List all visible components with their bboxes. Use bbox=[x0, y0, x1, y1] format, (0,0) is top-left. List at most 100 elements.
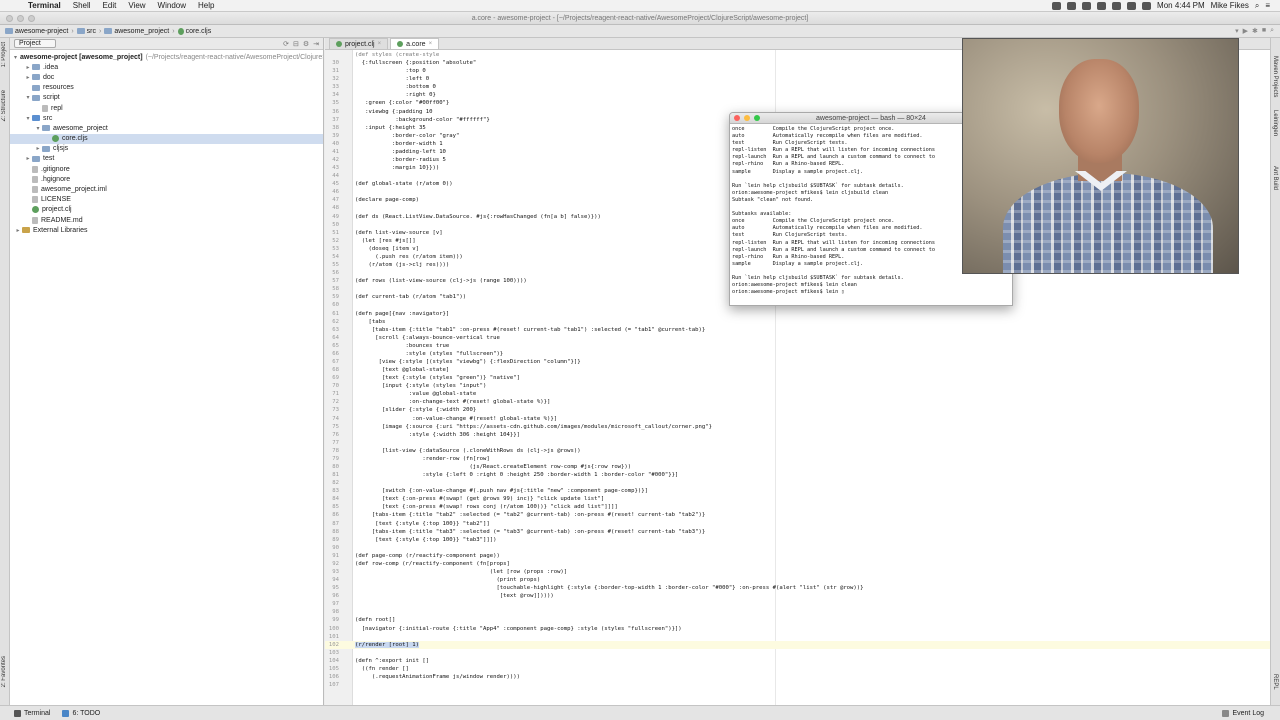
close-tab-icon[interactable]: × bbox=[378, 41, 382, 47]
project-panel-header: Project ⟳ ⊟ ⚙ ⇥ bbox=[10, 38, 323, 50]
collapsed-chevron-icon[interactable]: ▸ bbox=[24, 155, 32, 162]
menu-shell[interactable]: Shell bbox=[67, 1, 97, 10]
project-view-selector[interactable]: Project bbox=[14, 39, 56, 48]
line-number: 59 bbox=[332, 294, 339, 301]
code-text: [text @row]])))) bbox=[355, 593, 554, 600]
search-everywhere-icon[interactable]: ⌕ bbox=[1270, 27, 1274, 35]
menu-view[interactable]: View bbox=[122, 1, 151, 10]
collapse-all-icon[interactable]: ⊟ bbox=[293, 40, 299, 48]
line-number: 86 bbox=[332, 512, 339, 519]
tree-node[interactable]: repl bbox=[10, 103, 323, 113]
tree-node[interactable]: ▾ awesome_project bbox=[10, 123, 323, 133]
sync-icon[interactable]: ⟳ bbox=[283, 40, 289, 48]
code-text: (def global-state (r/atom 0)) bbox=[355, 181, 453, 188]
project-tool-tab[interactable]: 1: Project bbox=[1, 42, 7, 67]
menubar-status: Mon 4:44 PM Mike Fikes ⌕ ≡ bbox=[1052, 1, 1280, 11]
webcam-shirt-pattern bbox=[1003, 173, 1213, 273]
debug-icon[interactable]: ✱ bbox=[1252, 27, 1258, 35]
breadcrumb-item[interactable]: src bbox=[74, 28, 99, 35]
battery-icon[interactable] bbox=[1142, 1, 1152, 10]
collapsed-chevron-icon[interactable]: ▸ bbox=[24, 74, 32, 81]
tree-node[interactable]: README.md bbox=[10, 215, 323, 225]
line-number: 67 bbox=[332, 358, 339, 365]
menubar-user[interactable]: Mike Fikes bbox=[1211, 1, 1249, 10]
close-window-button[interactable] bbox=[6, 15, 13, 22]
line-number: 78 bbox=[332, 447, 339, 454]
tree-node[interactable]: ▸ External Libraries bbox=[10, 225, 323, 235]
close-tab-icon[interactable]: × bbox=[429, 41, 433, 47]
terminal-zoom-button[interactable] bbox=[754, 115, 760, 121]
code-text: :border-color "gray" bbox=[355, 132, 460, 139]
terminal-tool-button[interactable]: Terminal bbox=[14, 709, 50, 717]
tree-node[interactable]: LICENSE bbox=[10, 195, 323, 205]
line-number: 96 bbox=[332, 593, 339, 600]
code-line-content: :green {:color "#00ff00"} bbox=[339, 99, 449, 107]
breadcrumb-item[interactable]: awesome_project bbox=[101, 28, 172, 35]
code-line-content: [text {:on-press #(swap! rows conj (r/at… bbox=[339, 503, 618, 511]
tree-node[interactable]: ▸ doc bbox=[10, 72, 323, 82]
favorites-tool-tab[interactable]: 2: Favorites bbox=[1, 656, 7, 687]
dropbox-icon[interactable] bbox=[1052, 1, 1062, 10]
tree-node[interactable]: ▸ cljsjs bbox=[10, 144, 323, 154]
run-config-dropdown[interactable]: ▾ bbox=[1235, 27, 1239, 35]
tree-node-label: awesome-project [awesome_project] bbox=[20, 53, 143, 61]
maven-projects-tab[interactable]: Maven Projects bbox=[1272, 56, 1278, 97]
twitter-icon[interactable] bbox=[1082, 1, 1092, 10]
tree-node[interactable]: awesome_project.iml bbox=[10, 184, 323, 194]
tree-node[interactable]: ▸ .idea bbox=[10, 62, 323, 72]
editor-tab[interactable]: project.clj × bbox=[329, 38, 389, 49]
code-line-content bbox=[339, 439, 355, 447]
expanded-chevron-icon[interactable]: ▾ bbox=[24, 115, 32, 122]
code-text: :bounces true bbox=[355, 342, 450, 349]
menu-window[interactable]: Window bbox=[152, 1, 192, 10]
terminal-close-button[interactable] bbox=[734, 115, 740, 121]
file-icon bbox=[42, 104, 48, 112]
expanded-chevron-icon[interactable]: ▾ bbox=[14, 54, 17, 61]
notification-center-icon[interactable]: ≡ bbox=[1265, 1, 1270, 10]
tree-node[interactable]: resources bbox=[10, 83, 323, 93]
collapsed-chevron-icon[interactable]: ▸ bbox=[34, 145, 42, 152]
folder-icon bbox=[32, 94, 40, 101]
zoom-window-button[interactable] bbox=[28, 15, 35, 22]
hide-panel-icon[interactable]: ⇥ bbox=[313, 40, 319, 48]
tree-node[interactable]: ▾ script bbox=[10, 93, 323, 103]
code-line-content: :viewbg {:padding 10 bbox=[339, 108, 432, 116]
volume-icon[interactable] bbox=[1097, 1, 1107, 10]
tree-node[interactable]: ▸ test bbox=[10, 154, 323, 164]
bluetooth-icon[interactable] bbox=[1112, 1, 1122, 10]
tree-node[interactable]: core.cljs bbox=[10, 133, 323, 144]
stop-icon[interactable]: ■ bbox=[1262, 27, 1266, 35]
todo-tool-button[interactable]: 6: TODO bbox=[62, 709, 100, 717]
event-log-button[interactable]: Event Log bbox=[1222, 709, 1280, 717]
collapsed-chevron-icon[interactable]: ▸ bbox=[14, 227, 22, 234]
expanded-chevron-icon[interactable]: ▾ bbox=[34, 125, 42, 132]
settings-gear-icon[interactable]: ⚙ bbox=[303, 40, 309, 48]
breadcrumb-item[interactable]: core.cljs bbox=[175, 27, 215, 35]
breadcrumb-item[interactable]: awesome-project bbox=[2, 28, 71, 35]
repl-tab[interactable]: REPL bbox=[1272, 674, 1278, 690]
tree-node[interactable]: project.clj bbox=[10, 205, 323, 215]
menubar-clock[interactable]: Mon 4:44 PM bbox=[1157, 1, 1205, 10]
leiningen-tab[interactable]: Leiningen bbox=[1272, 110, 1278, 136]
tree-node[interactable]: .hgignore bbox=[10, 174, 323, 184]
terminal-minimize-button[interactable] bbox=[744, 115, 750, 121]
spotlight-search-icon[interactable]: ⌕ bbox=[1255, 1, 1259, 11]
structure-tool-tab[interactable]: Z: Structure bbox=[1, 90, 7, 121]
ant-build-tab[interactable]: Ant Build bbox=[1272, 166, 1278, 190]
collapsed-chevron-icon[interactable]: ▸ bbox=[24, 64, 32, 71]
menu-help[interactable]: Help bbox=[192, 1, 220, 10]
editor-tab[interactable]: a.core × bbox=[390, 38, 440, 49]
code-text: (def ds (React.ListView.DataSource. #js{… bbox=[355, 213, 601, 220]
menu-terminal[interactable]: Terminal bbox=[22, 1, 67, 10]
code-line-content: :style {:left 0 :right 0 :height 250 :bo… bbox=[339, 471, 678, 479]
wifi-icon[interactable] bbox=[1127, 1, 1137, 10]
tree-node[interactable]: ▾ awesome-project [awesome_project] (~/Pro… bbox=[10, 52, 323, 62]
tree-node[interactable]: ▾ src bbox=[10, 113, 323, 123]
menu-edit[interactable]: Edit bbox=[97, 1, 123, 10]
screen-record-icon[interactable] bbox=[1067, 1, 1077, 10]
minimize-window-button[interactable] bbox=[17, 15, 24, 22]
code-text: :style (styles "fullscreen")} bbox=[355, 350, 504, 357]
run-icon[interactable]: ▶ bbox=[1243, 27, 1248, 35]
expanded-chevron-icon[interactable]: ▾ bbox=[24, 94, 32, 101]
tree-node[interactable]: .gitignore bbox=[10, 164, 323, 174]
